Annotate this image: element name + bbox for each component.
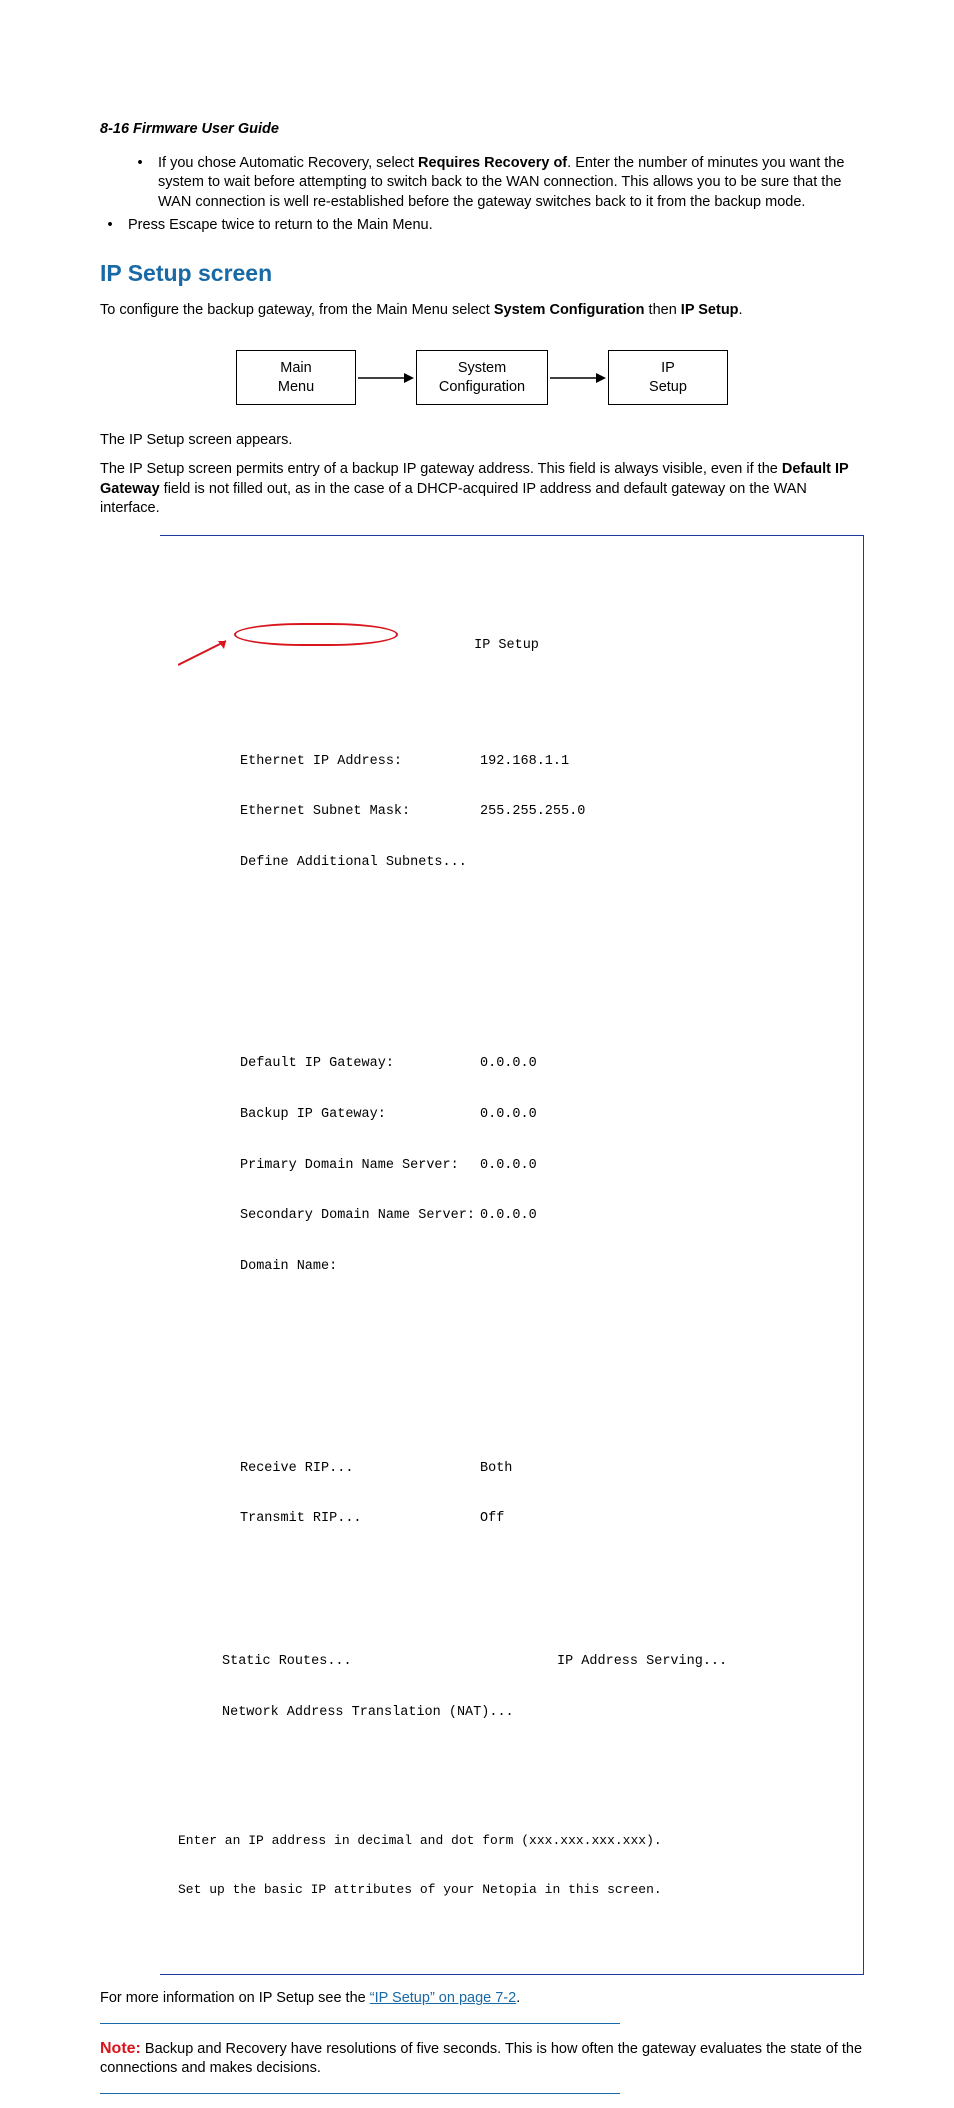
note-label: Note:: [100, 2040, 141, 2057]
terminal-block-2: Default IP Gateway:0.0.0.0 Backup IP Gat…: [240, 1023, 843, 1310]
intro-paragraph: To configure the backup gateway, from th…: [100, 301, 864, 321]
term-label: Default IP Gateway:: [240, 1056, 480, 1073]
text: field is not filled out, as in the case …: [100, 481, 807, 517]
term-value: 0.0.0.0: [480, 1208, 537, 1225]
section-heading-ip-setup: IP Setup screen: [100, 258, 864, 289]
terminal-static-row: Static Routes... IP Address Serving...: [222, 1654, 843, 1671]
nav-label: IP: [609, 359, 727, 377]
term-label: Transmit RIP...: [240, 1511, 480, 1528]
nav-label: Setup: [609, 378, 727, 396]
bold-text: Requires Recovery of: [418, 155, 567, 171]
terminal-screen: IP Setup Ethernet IP Address:192.168.1.1…: [160, 535, 864, 1975]
term-value: 192.168.1.1: [480, 754, 569, 771]
terminal-row: Default IP Gateway:0.0.0.0: [240, 1056, 843, 1073]
terminal-row-backup-ip-gateway: Backup IP Gateway:0.0.0.0: [240, 1107, 843, 1124]
note-text: Backup and Recovery have resolutions of …: [100, 2041, 862, 2077]
terminal-row: Secondary Domain Name Server:0.0.0.0: [240, 1208, 843, 1225]
term-label: Static Routes...: [222, 1654, 557, 1671]
terminal-title: IP Setup: [170, 638, 843, 655]
terminal-block-1: Ethernet IP Address:192.168.1.1 Ethernet…: [240, 720, 843, 906]
nav-diagram: Main Menu System Configuration IP Setup: [100, 350, 864, 404]
arrow-right-icon: [548, 371, 608, 385]
term-label: Receive RIP...: [240, 1461, 480, 1478]
nav-label: System: [417, 359, 547, 377]
terminal-block-3: Receive RIP...Both Transmit RIP...Off: [240, 1427, 843, 1562]
paragraph-appears: The IP Setup screen appears.: [100, 431, 864, 451]
arrow-right-icon: [356, 371, 416, 385]
terminal-row: Primary Domain Name Server:0.0.0.0: [240, 1158, 843, 1175]
term-label: Ethernet IP Address:: [240, 754, 480, 771]
term-label: IP Address Serving...: [557, 1654, 727, 1671]
page: 8-16 Firmware User Guide • If you chose …: [0, 0, 954, 2094]
term-value: Both: [480, 1461, 512, 1478]
terminal-row: Transmit RIP...Off: [240, 1511, 843, 1528]
text: If you chose Automatic Recovery, select: [158, 155, 418, 171]
term-footer-line: Set up the basic IP attributes of your N…: [178, 1882, 843, 1898]
link-ip-setup-page[interactable]: “IP Setup” on page 7-2: [370, 1990, 516, 2006]
term-label: Define Additional Subnets...: [240, 855, 480, 872]
divider: [100, 2093, 620, 2094]
terminal-row: Ethernet IP Address:192.168.1.1: [240, 754, 843, 771]
note-paragraph: Note: Backup and Recovery have resolutio…: [100, 2038, 864, 2079]
bullet-text: Press Escape twice to return to the Main…: [128, 216, 433, 236]
more-info-paragraph: For more information on IP Setup see the…: [100, 1989, 864, 2009]
text: .: [516, 1990, 520, 2006]
text: The IP Setup screen permits entry of a b…: [100, 461, 782, 477]
bullet-dot-icon: •: [100, 216, 120, 236]
text: then: [645, 302, 681, 318]
term-value: Off: [480, 1511, 504, 1528]
terminal-row: Define Additional Subnets...: [240, 855, 843, 872]
term-label: Backup IP Gateway:: [240, 1107, 480, 1124]
bold-text: System Configuration: [494, 302, 645, 318]
term-label: Secondary Domain Name Server:: [240, 1208, 480, 1225]
nav-label: Configuration: [417, 378, 547, 396]
nav-box-system-configuration: System Configuration: [416, 350, 548, 404]
nav-label: Main: [237, 359, 355, 377]
nav-box-ip-setup: IP Setup: [608, 350, 728, 404]
paragraph-permits: The IP Setup screen permits entry of a b…: [100, 460, 864, 519]
divider: [100, 2023, 620, 2024]
bold-text: IP Setup: [681, 302, 739, 318]
bullet-dot-icon: •: [130, 154, 150, 213]
terminal-row: Domain Name:: [240, 1259, 843, 1276]
term-value: 0.0.0.0: [480, 1056, 537, 1073]
term-label: Domain Name:: [240, 1259, 480, 1276]
terminal-footer: Enter an IP address in decimal and dot f…: [178, 1801, 843, 1931]
nav-label: Menu: [237, 378, 355, 396]
term-label: Ethernet Subnet Mask:: [240, 804, 480, 821]
text: .: [739, 302, 743, 318]
page-header: 8-16 Firmware User Guide: [100, 120, 864, 140]
term-value: 0.0.0.0: [480, 1107, 537, 1124]
terminal-row: Receive RIP...Both: [240, 1461, 843, 1478]
term-value: 0.0.0.0: [480, 1158, 537, 1175]
term-value: 255.255.255.0: [480, 804, 585, 821]
text: To configure the backup gateway, from th…: [100, 302, 494, 318]
bullet-text: If you chose Automatic Recovery, select …: [158, 154, 864, 213]
terminal-nat-row: Network Address Translation (NAT)...: [222, 1705, 843, 1722]
bullet-press-escape: • Press Escape twice to return to the Ma…: [100, 216, 864, 236]
nav-box-main-menu: Main Menu: [236, 350, 356, 404]
terminal-row: Ethernet Subnet Mask:255.255.255.0: [240, 804, 843, 821]
bullet-automatic-recovery: • If you chose Automatic Recovery, selec…: [130, 154, 864, 213]
text: For more information on IP Setup see the: [100, 1990, 370, 2006]
term-label: Primary Domain Name Server:: [240, 1158, 480, 1175]
term-footer-line: Enter an IP address in decimal and dot f…: [178, 1833, 843, 1849]
